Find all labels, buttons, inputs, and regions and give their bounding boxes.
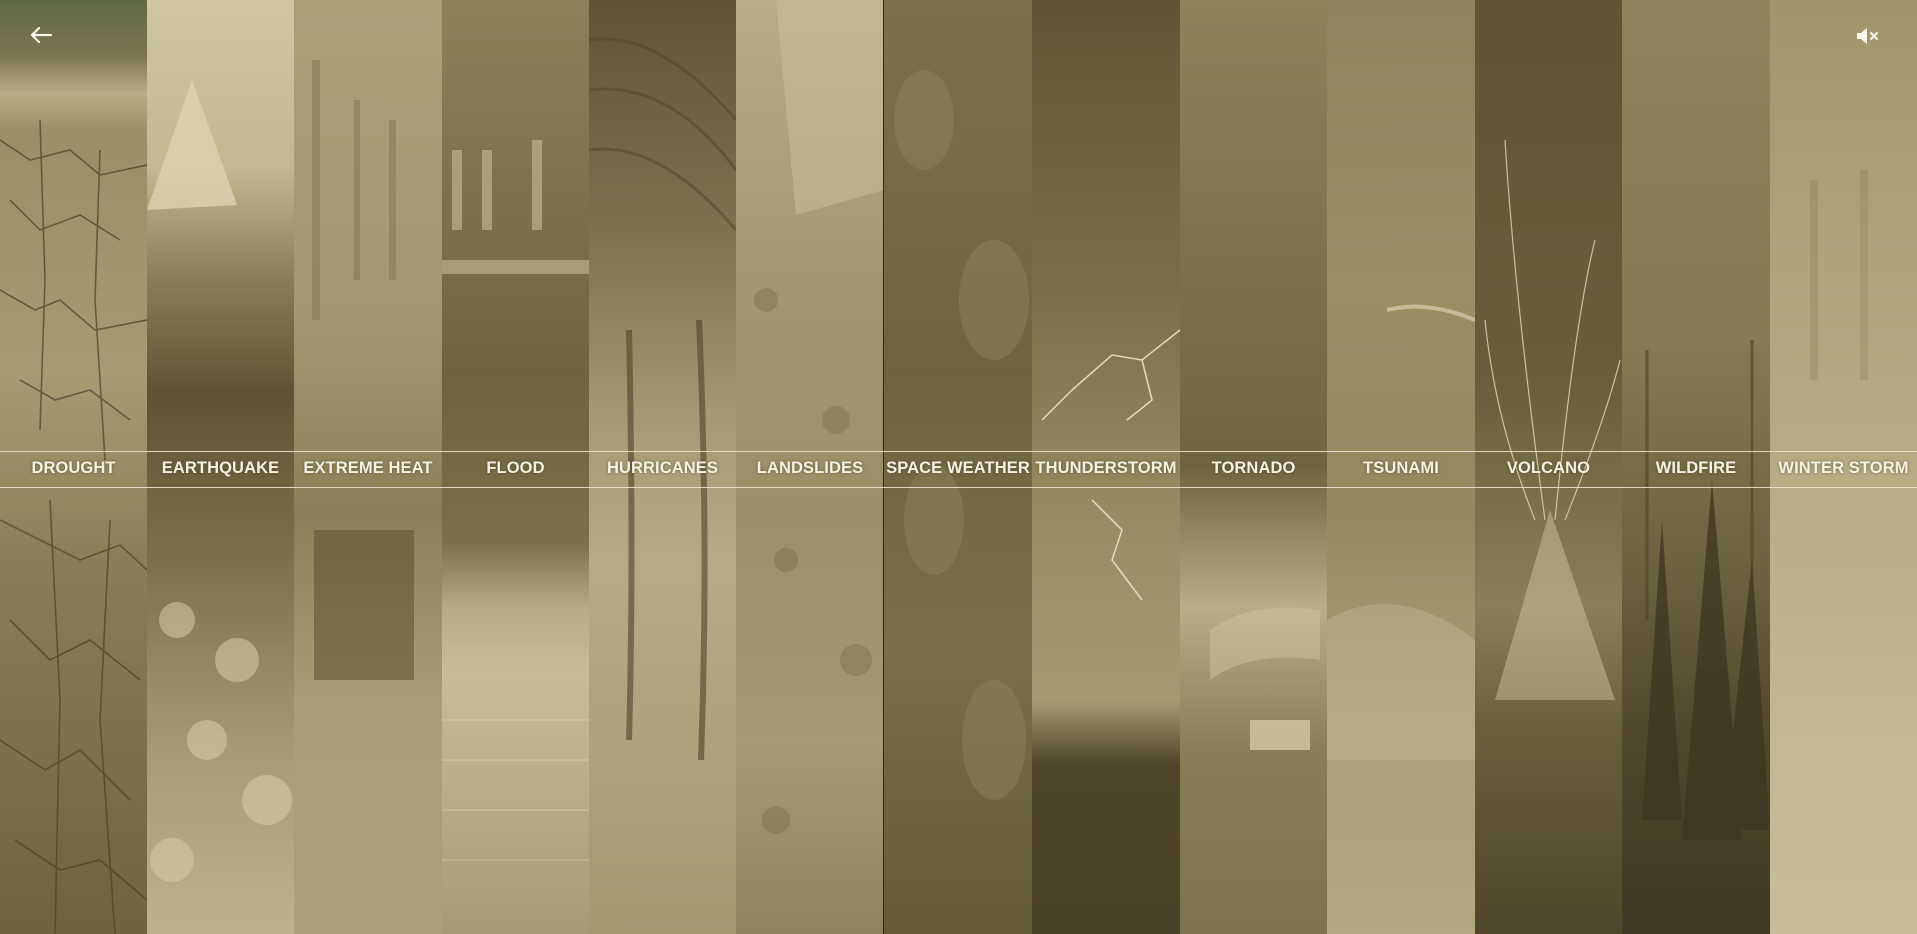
hazard-strip-extreme-heat[interactable]: EXTREME HEAT (294, 0, 442, 934)
hazard-label-tornado: TORNADO (1211, 459, 1296, 477)
hazard-label-earthquake: EARTHQUAKE (161, 459, 280, 477)
hazard-strip-earthquake[interactable]: EARTHQUAKE (147, 0, 294, 934)
hazard-strip-wildfire[interactable]: WILDFIRE (1622, 0, 1770, 934)
hazard-strip-drought[interactable]: DROUGHT (0, 0, 147, 934)
speaker-muted-icon (1857, 28, 1878, 44)
hazard-strip-volcano[interactable]: VOLCANO (1475, 0, 1622, 934)
hazard-strip-flood[interactable]: FLOOD (442, 0, 589, 934)
hazard-strip-tornado[interactable]: TORNADO (1180, 0, 1327, 934)
hazard-label-hurricanes: HURRICANES (606, 459, 718, 477)
hazard-strip-space-weather[interactable]: SPACE WEATHER (884, 0, 1032, 934)
hazard-strip-gallery: DROUGHT EARTHQUAKE EXTREME HEAT FLOOD HU… (0, 0, 1917, 934)
hazard-label-drought: DROUGHT (31, 459, 116, 477)
hazard-label-winter-storm: WINTER STORM (1778, 459, 1909, 477)
hazard-label-flood: FLOOD (486, 459, 545, 477)
hazard-strip-winter-storm[interactable]: WINTER STORM (1770, 0, 1917, 934)
arrow-left-icon (30, 26, 53, 44)
back-button[interactable] (30, 22, 60, 48)
hazard-strip-thunderstorm[interactable]: THUNDERSTORM (1032, 0, 1180, 934)
hazard-label-space-weather: SPACE WEATHER (886, 459, 1030, 477)
hazard-label-volcano: VOLCANO (1506, 459, 1591, 477)
hazard-label-wildfire: WILDFIRE (1655, 459, 1737, 477)
mute-button[interactable] (1855, 26, 1883, 48)
hazard-label-tsunami: TSUNAMI (1363, 459, 1439, 477)
hazard-strip-hurricanes[interactable]: HURRICANES (589, 0, 736, 934)
hazard-label-landslides: LANDSLIDES (756, 459, 864, 477)
hazard-label-thunderstorm: THUNDERSTORM (1035, 459, 1177, 477)
hazard-label-extreme-heat: EXTREME HEAT (303, 459, 433, 477)
hazard-strip-landslides[interactable]: LANDSLIDES (736, 0, 884, 934)
hazard-strip-tsunami[interactable]: TSUNAMI (1327, 0, 1475, 934)
